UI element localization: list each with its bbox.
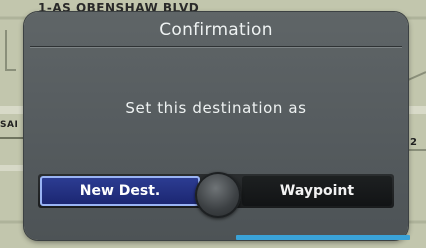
navigation-screen: 1-AS OBENSHAW BLVD SAI 2 Confirmation Se…: [0, 0, 426, 248]
map-street-label-right: 2: [410, 137, 417, 148]
dialog-title: Confirmation: [159, 20, 273, 40]
waypoint-button[interactable]: Waypoint: [242, 176, 392, 206]
title-divider: [30, 46, 402, 48]
confirmation-dialog: Confirmation Set this destination as New…: [24, 12, 408, 240]
new-dest-button[interactable]: New Dest.: [40, 176, 200, 206]
bottom-status-bar: [236, 235, 410, 240]
map-street-label-left: SAI: [0, 120, 19, 130]
dialog-message: Set this destination as: [125, 99, 307, 117]
joystick-knob-icon: [195, 172, 241, 218]
